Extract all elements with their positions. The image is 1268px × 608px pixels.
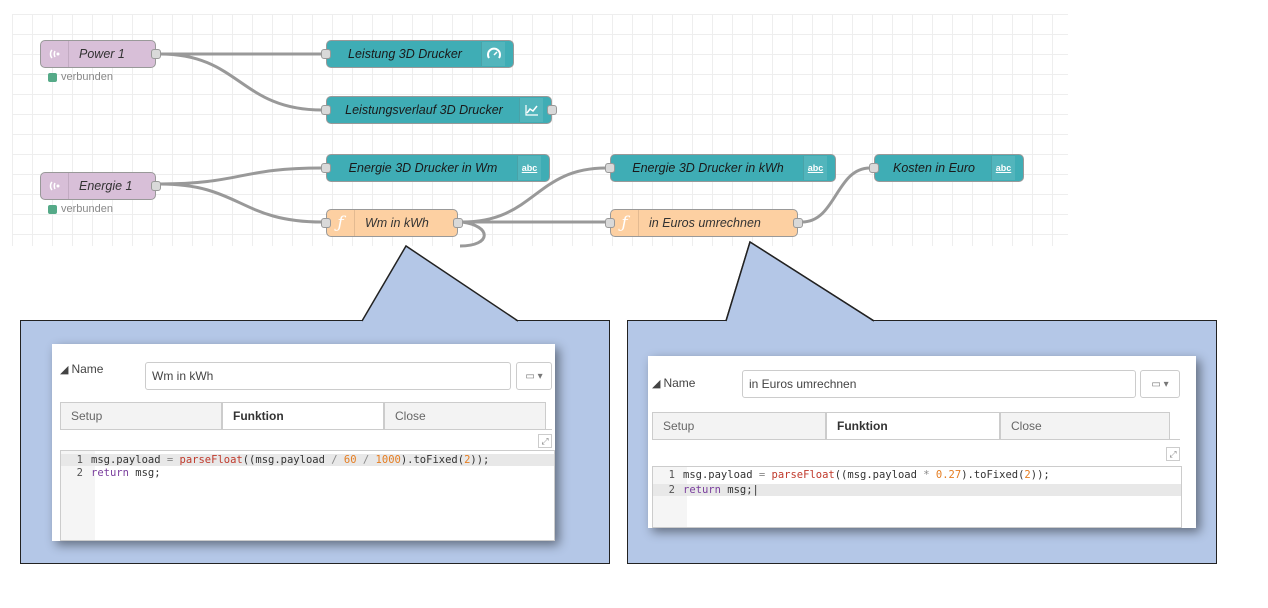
function-dialog-euros: ◢ Name in Euros umrechnen ▭ ▾ Setup Funkt… <box>648 356 1196 528</box>
name-row: ◢ Name <box>652 376 695 390</box>
code-text: msg.payload = parseFloat((msg.payload * … <box>683 469 1050 481</box>
code-line: 2 return msg;| <box>653 484 1181 496</box>
code-line: 1 msg.payload = parseFloat((msg.payload … <box>668 469 1050 481</box>
name-input[interactable]: in Euros umrechnen <box>742 370 1136 398</box>
tab-close[interactable]: Close <box>1000 412 1170 439</box>
tab-bar: Setup Funktion Close <box>652 412 1180 440</box>
icon-select-button[interactable]: ▭ ▾ <box>1140 370 1180 398</box>
tag-icon: ◢ <box>652 377 661 390</box>
tab-funktion[interactable]: Funktion <box>826 412 1000 439</box>
code-editor[interactable]: 1 msg.payload = parseFloat((msg.payload … <box>652 466 1182 528</box>
tab-setup[interactable]: Setup <box>652 412 826 439</box>
expand-icon[interactable]: ⤢ <box>1166 447 1180 461</box>
name-label: ◢ Name <box>652 376 696 390</box>
code-text: return msg;| <box>683 484 759 496</box>
